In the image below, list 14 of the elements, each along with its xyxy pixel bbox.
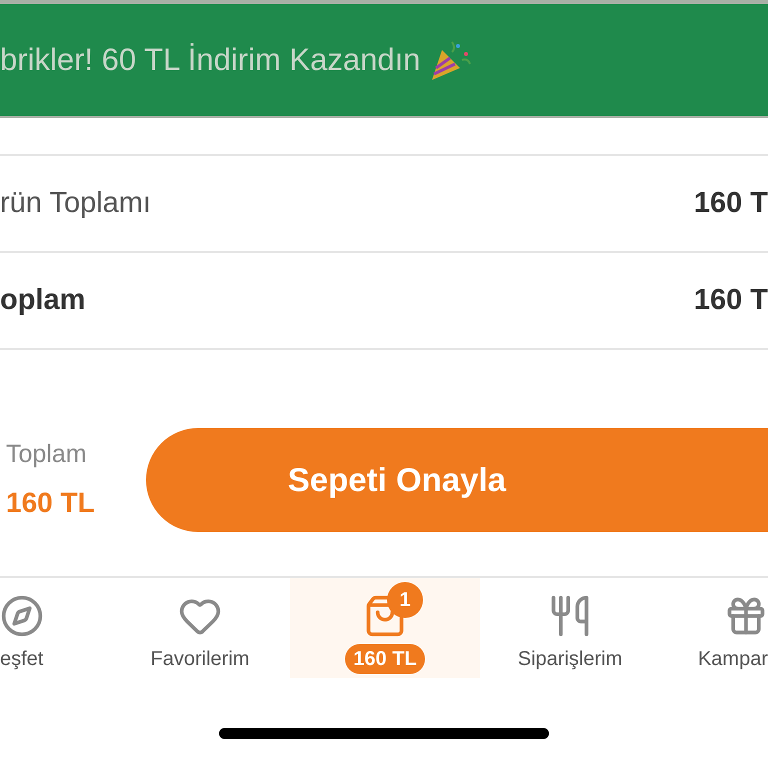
total-label: Toplam — [6, 439, 88, 470]
count-badge: 1 — [387, 582, 423, 618]
summary-value: 160 T — [694, 186, 768, 221]
tab-label: Kampar — [698, 647, 768, 672]
total-value: 160 TL — [6, 486, 96, 520]
summary-label: rün Toplamı — [0, 186, 151, 221]
tab-label: eşfet — [0, 647, 44, 672]
summary-value: 160 T — [694, 282, 768, 318]
tab-label: Favorilerim — [150, 647, 250, 672]
banner-text: brikler! 60 TL İndirim Kazandın — [0, 40, 420, 79]
tab-label: 160 TL — [345, 644, 425, 674]
tab-label: Siparişlerim — [518, 647, 622, 672]
compass-icon — [0, 594, 44, 638]
summary-label: oplam — [0, 282, 86, 318]
